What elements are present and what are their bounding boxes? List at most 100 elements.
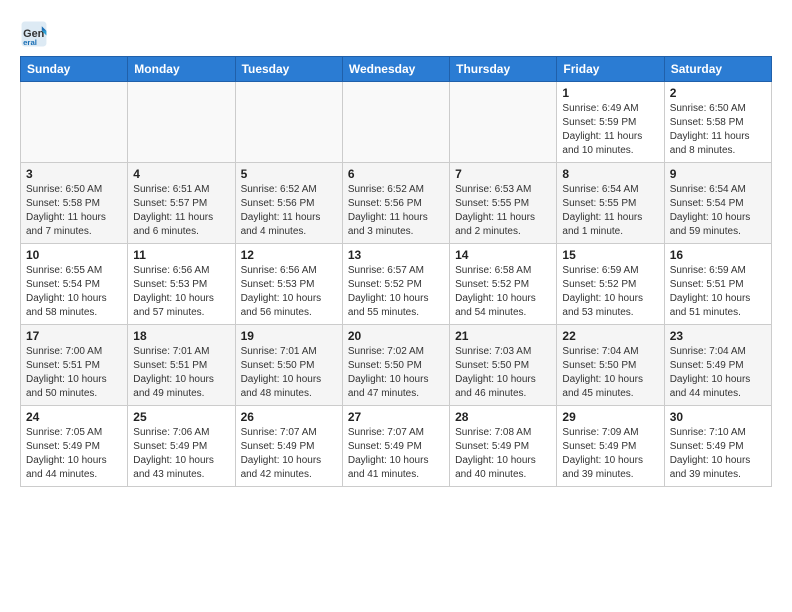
day-info: Sunrise: 7:07 AM Sunset: 5:49 PM Dayligh… [348,426,444,482]
day-number: 7 [455,167,551,181]
calendar-day [21,82,128,163]
day-info: Sunrise: 6:54 AM Sunset: 5:55 PM Dayligh… [562,183,658,239]
page: Gen eral SundayMondayTuesdayWednesdayThu… [0,0,792,497]
calendar-week-row: 10 Sunrise: 6:55 AM Sunset: 5:54 PM Dayli… [21,244,772,325]
day-number: 27 [348,410,444,424]
day-number: 2 [670,86,766,100]
day-info: Sunrise: 6:54 AM Sunset: 5:54 PM Dayligh… [670,183,766,239]
calendar-day: 17 Sunrise: 7:00 AM Sunset: 5:51 PM Dayli… [21,325,128,406]
day-info: Sunrise: 7:05 AM Sunset: 5:49 PM Dayligh… [26,426,122,482]
day-info: Sunrise: 7:02 AM Sunset: 5:50 PM Dayligh… [348,345,444,401]
day-number: 30 [670,410,766,424]
weekday-header-wednesday: Wednesday [342,57,449,82]
day-number: 18 [133,329,229,343]
day-info: Sunrise: 7:04 AM Sunset: 5:49 PM Dayligh… [670,345,766,401]
day-number: 23 [670,329,766,343]
day-info: Sunrise: 7:09 AM Sunset: 5:49 PM Dayligh… [562,426,658,482]
day-number: 19 [241,329,337,343]
calendar-day: 15 Sunrise: 6:59 AM Sunset: 5:52 PM Dayli… [557,244,664,325]
day-info: Sunrise: 7:03 AM Sunset: 5:50 PM Dayligh… [455,345,551,401]
weekday-header-sunday: Sunday [21,57,128,82]
calendar-day: 7 Sunrise: 6:53 AM Sunset: 5:55 PM Daylig… [450,163,557,244]
calendar-day: 26 Sunrise: 7:07 AM Sunset: 5:49 PM Dayli… [235,406,342,487]
day-number: 28 [455,410,551,424]
day-number: 22 [562,329,658,343]
day-number: 26 [241,410,337,424]
day-info: Sunrise: 6:50 AM Sunset: 5:58 PM Dayligh… [670,102,766,158]
day-number: 1 [562,86,658,100]
day-info: Sunrise: 6:52 AM Sunset: 5:56 PM Dayligh… [348,183,444,239]
calendar-day: 27 Sunrise: 7:07 AM Sunset: 5:49 PM Dayli… [342,406,449,487]
day-info: Sunrise: 7:07 AM Sunset: 5:49 PM Dayligh… [241,426,337,482]
calendar-day: 13 Sunrise: 6:57 AM Sunset: 5:52 PM Dayli… [342,244,449,325]
calendar-day: 2 Sunrise: 6:50 AM Sunset: 5:58 PM Daylig… [664,82,771,163]
header: Gen eral [20,16,772,48]
day-number: 4 [133,167,229,181]
day-number: 3 [26,167,122,181]
calendar-day: 10 Sunrise: 6:55 AM Sunset: 5:54 PM Dayli… [21,244,128,325]
calendar-day: 30 Sunrise: 7:10 AM Sunset: 5:49 PM Dayli… [664,406,771,487]
weekday-header-saturday: Saturday [664,57,771,82]
day-info: Sunrise: 6:57 AM Sunset: 5:52 PM Dayligh… [348,264,444,320]
svg-text:eral: eral [23,38,37,47]
day-number: 14 [455,248,551,262]
weekday-header-monday: Monday [128,57,235,82]
calendar-day: 5 Sunrise: 6:52 AM Sunset: 5:56 PM Daylig… [235,163,342,244]
calendar-day: 11 Sunrise: 6:56 AM Sunset: 5:53 PM Dayli… [128,244,235,325]
day-number: 10 [26,248,122,262]
day-info: Sunrise: 7:00 AM Sunset: 5:51 PM Dayligh… [26,345,122,401]
calendar-day: 25Sunrise: 7:06 AM Sunset: 5:49 PM Dayli… [128,406,235,487]
calendar-day [235,82,342,163]
weekday-header-friday: Friday [557,57,664,82]
logo-icon: Gen eral [20,20,48,48]
calendar-day: 19 Sunrise: 7:01 AM Sunset: 5:50 PM Dayli… [235,325,342,406]
day-info: Sunrise: 6:52 AM Sunset: 5:56 PM Dayligh… [241,183,337,239]
calendar-week-row: 3 Sunrise: 6:50 AM Sunset: 5:58 PM Daylig… [21,163,772,244]
day-number: 12 [241,248,337,262]
day-info: Sunrise: 6:51 AM Sunset: 5:57 PM Dayligh… [133,183,229,239]
weekday-header-tuesday: Tuesday [235,57,342,82]
logo: Gen eral [20,20,52,48]
calendar-day: 22 Sunrise: 7:04 AM Sunset: 5:50 PM Dayli… [557,325,664,406]
calendar-day: 8 Sunrise: 6:54 AM Sunset: 5:55 PM Daylig… [557,163,664,244]
day-info: Sunrise: 7:01 AM Sunset: 5:50 PM Dayligh… [241,345,337,401]
calendar-day [128,82,235,163]
calendar-day: 6 Sunrise: 6:52 AM Sunset: 5:56 PM Daylig… [342,163,449,244]
day-info: Sunrise: 6:49 AM Sunset: 5:59 PM Dayligh… [562,102,658,158]
calendar-week-row: 17 Sunrise: 7:00 AM Sunset: 5:51 PM Dayli… [21,325,772,406]
day-info: Sunrise: 7:10 AM Sunset: 5:49 PM Dayligh… [670,426,766,482]
day-info: Sunrise: 7:06 AM Sunset: 5:49 PM Dayligh… [133,426,229,482]
calendar-day: 3 Sunrise: 6:50 AM Sunset: 5:58 PM Daylig… [21,163,128,244]
calendar-day: 12 Sunrise: 6:56 AM Sunset: 5:53 PM Dayli… [235,244,342,325]
calendar-day: 24 Sunrise: 7:05 AM Sunset: 5:49 PM Dayli… [21,406,128,487]
day-number: 9 [670,167,766,181]
weekday-header-thursday: Thursday [450,57,557,82]
calendar-day: 18 Sunrise: 7:01 AM Sunset: 5:51 PM Dayli… [128,325,235,406]
calendar-day: 28 Sunrise: 7:08 AM Sunset: 5:49 PM Dayli… [450,406,557,487]
day-number: 5 [241,167,337,181]
day-number: 8 [562,167,658,181]
day-number: 13 [348,248,444,262]
day-number: 17 [26,329,122,343]
calendar-day: 20Sunrise: 7:02 AM Sunset: 5:50 PM Dayli… [342,325,449,406]
day-number: 21 [455,329,551,343]
day-number: 15 [562,248,658,262]
day-number: 29 [562,410,658,424]
day-info: Sunrise: 7:04 AM Sunset: 5:50 PM Dayligh… [562,345,658,401]
day-info: Sunrise: 6:55 AM Sunset: 5:54 PM Dayligh… [26,264,122,320]
day-info: Sunrise: 6:56 AM Sunset: 5:53 PM Dayligh… [241,264,337,320]
day-info: Sunrise: 7:08 AM Sunset: 5:49 PM Dayligh… [455,426,551,482]
calendar-header-row: SundayMondayTuesdayWednesdayThursdayFrid… [21,57,772,82]
day-info: Sunrise: 6:53 AM Sunset: 5:55 PM Dayligh… [455,183,551,239]
day-number: 24 [26,410,122,424]
day-number: 11 [133,248,229,262]
calendar-day: 21 Sunrise: 7:03 AM Sunset: 5:50 PM Dayli… [450,325,557,406]
calendar-day: 23 Sunrise: 7:04 AM Sunset: 5:49 PM Dayli… [664,325,771,406]
calendar-day: 4 Sunrise: 6:51 AM Sunset: 5:57 PM Daylig… [128,163,235,244]
day-number: 6 [348,167,444,181]
day-info: Sunrise: 6:50 AM Sunset: 5:58 PM Dayligh… [26,183,122,239]
day-info: Sunrise: 7:01 AM Sunset: 5:51 PM Dayligh… [133,345,229,401]
day-info: Sunrise: 6:56 AM Sunset: 5:53 PM Dayligh… [133,264,229,320]
calendar: SundayMondayTuesdayWednesdayThursdayFrid… [20,56,772,487]
day-info: Sunrise: 6:59 AM Sunset: 5:52 PM Dayligh… [562,264,658,320]
